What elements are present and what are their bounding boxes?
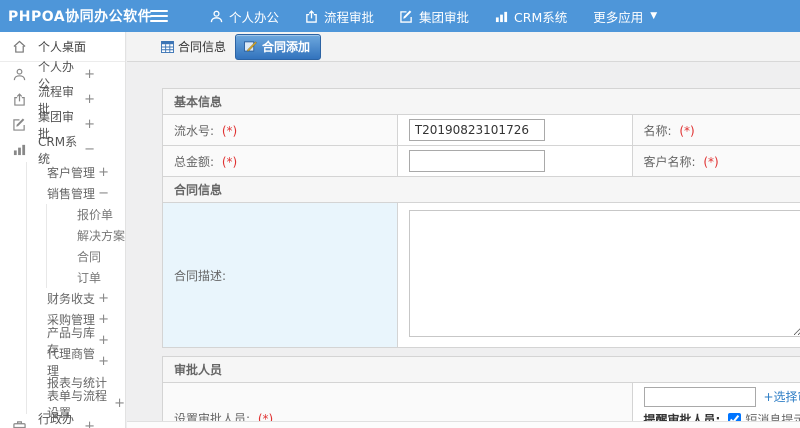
topnav-label: 个人办公	[229, 9, 280, 25]
topnav-flow-approval[interactable]: 流程审批	[305, 7, 374, 26]
sidebar-item-label: 合同	[77, 250, 102, 264]
topnav-label: 更多应用	[593, 9, 644, 25]
collapse-icon[interactable]: −	[98, 186, 109, 201]
topnav-group-approval[interactable]: 集团审批	[400, 7, 469, 26]
serial-label: 流水号:	[174, 123, 215, 138]
contract-desc-textarea[interactable]	[408, 210, 800, 337]
name-label-cell: 名称: (*)	[631, 114, 800, 146]
sales-submenu: 报价单 解决方案 合同 订单	[46, 204, 125, 288]
bar-chart-icon	[495, 10, 508, 23]
sidebar-item-solution[interactable]: 解决方案	[47, 225, 125, 246]
expand-icon[interactable]: +	[114, 396, 125, 411]
pencil-doc-icon	[244, 40, 257, 52]
expand-icon[interactable]: +	[98, 312, 109, 327]
amount-input[interactable]	[408, 150, 545, 172]
topnav-more-apps[interactable]: 更多应用 ▼	[593, 7, 657, 26]
topnav-label: 流程审批	[324, 9, 375, 25]
top-bar: PHPOA协同办公软件 个人办公 流程审批 集团审批 CRM系统 更多应用 ▼	[0, 0, 800, 32]
home-icon	[13, 40, 26, 53]
topnav-label: CRM系统	[514, 9, 568, 25]
top-nav: 个人办公 流程审批 集团审批 CRM系统 更多应用 ▼	[184, 7, 657, 26]
customer-label: 客户名称:	[643, 154, 696, 169]
expand-icon[interactable]: +	[98, 354, 109, 369]
table-list-icon	[161, 40, 174, 53]
sidebar-item-label: 报价单	[77, 208, 114, 222]
approver-table: 审批人员 设置审批人员: (*) +选择审批人员 提醒审批人员: 短消息提示	[162, 356, 800, 428]
hamburger-menu-icon[interactable]	[150, 7, 168, 25]
sidebar-item-label: CRM系统	[38, 134, 78, 166]
topnav-crm[interactable]: CRM系统	[495, 7, 567, 26]
select-approver-link[interactable]: +选择审批人员	[764, 390, 800, 404]
tab-contract-add[interactable]: 合同添加	[235, 33, 322, 60]
desc-label: 合同描述:	[174, 268, 227, 283]
required-mark: (*)	[703, 154, 719, 169]
topnav-personal-office[interactable]: 个人办公	[210, 7, 279, 26]
tab-bar: 合同信息 合同添加	[127, 32, 800, 62]
amount-field-cell	[396, 145, 633, 177]
next-section-edge	[127, 421, 800, 428]
section-header-approver: 审批人员	[162, 356, 800, 383]
name-label: 名称:	[643, 123, 672, 138]
sidebar-item-agent-mgmt[interactable]: 代理商管理 +	[27, 347, 125, 378]
app-logo: PHPOA协同办公软件	[8, 9, 153, 25]
tab-label: 合同信息	[178, 40, 227, 54]
customer-label-cell: 客户名称: (*)	[631, 145, 800, 177]
expand-icon[interactable]: +	[84, 92, 95, 107]
sidebar-item-sales-mgmt[interactable]: 销售管理 −	[27, 183, 125, 204]
expand-icon[interactable]: +	[98, 291, 109, 306]
required-mark: (*)	[221, 123, 238, 138]
basic-contract-table: 基本信息 流水号: (*) 名称: (*)	[162, 88, 800, 348]
amount-label-cell: 总金额: (*)	[162, 145, 398, 177]
user-icon	[210, 10, 223, 23]
sidebar-item-label: 财务收支	[47, 292, 96, 306]
tab-contract-info[interactable]: 合同信息	[161, 38, 226, 55]
contract-add-form: 基本信息 流水号: (*) 名称: (*)	[162, 88, 800, 428]
edit-icon	[400, 10, 413, 23]
expand-icon[interactable]: +	[84, 67, 95, 82]
collapse-icon[interactable]: −	[84, 142, 95, 157]
edit-icon	[13, 118, 26, 131]
main-content: 合同信息 合同添加 基本信息 流水号: (*) 名称:	[127, 32, 800, 428]
amount-label: 总金额:	[174, 154, 215, 169]
sidebar-item-label: 订单	[77, 271, 102, 285]
sidebar-item-label: 客户管理	[47, 166, 96, 180]
desc-field-cell	[396, 202, 800, 348]
user-icon	[13, 68, 26, 81]
expand-icon[interactable]: +	[84, 117, 95, 132]
sidebar-item-order[interactable]: 订单	[47, 267, 125, 288]
tab-label: 合同添加	[262, 39, 311, 54]
sidebar-item-label: 行政办公	[38, 411, 75, 426]
sidebar: 个人桌面 个人办公 + 流程审批 + 集团审批 + CRM系统 − 客户管理 +	[0, 32, 126, 428]
section-header-basic: 基本信息	[162, 88, 800, 115]
sidebar-item-label: 销售管理	[47, 187, 96, 201]
desc-label-cell: 合同描述:	[162, 202, 398, 348]
sidebar-item-finance[interactable]: 财务收支 +	[27, 288, 125, 309]
section-header-contract: 合同信息	[162, 176, 800, 203]
caret-down-icon: ▼	[650, 11, 658, 21]
sidebar-item-quotation[interactable]: 报价单	[47, 204, 125, 225]
expand-icon[interactable]: +	[98, 165, 109, 180]
approver-input[interactable]	[643, 387, 756, 407]
sidebar-item-label: 解决方案	[77, 229, 126, 243]
serial-input[interactable]	[408, 119, 545, 141]
required-mark: (*)	[679, 123, 695, 138]
bar-chart-icon	[13, 143, 26, 156]
serial-label-cell: 流水号: (*)	[162, 114, 398, 146]
flow-share-icon	[13, 93, 26, 106]
sidebar-item-contract[interactable]: 合同	[47, 246, 125, 267]
crm-submenu: 客户管理 + 销售管理 − 报价单 解决方案 合同 订单 财务收支 + 采购管理…	[26, 162, 125, 420]
topnav-label: 集团审批	[419, 9, 470, 25]
sidebar-item-label: 个人桌面	[38, 40, 87, 54]
expand-icon[interactable]: +	[98, 333, 109, 348]
briefcase-icon	[13, 420, 26, 428]
sidebar-item-crm[interactable]: CRM系统 −	[0, 135, 125, 166]
required-mark: (*)	[221, 154, 238, 169]
flow-share-icon	[305, 9, 318, 23]
serial-field-cell	[396, 114, 633, 146]
expand-icon[interactable]: +	[84, 419, 95, 428]
